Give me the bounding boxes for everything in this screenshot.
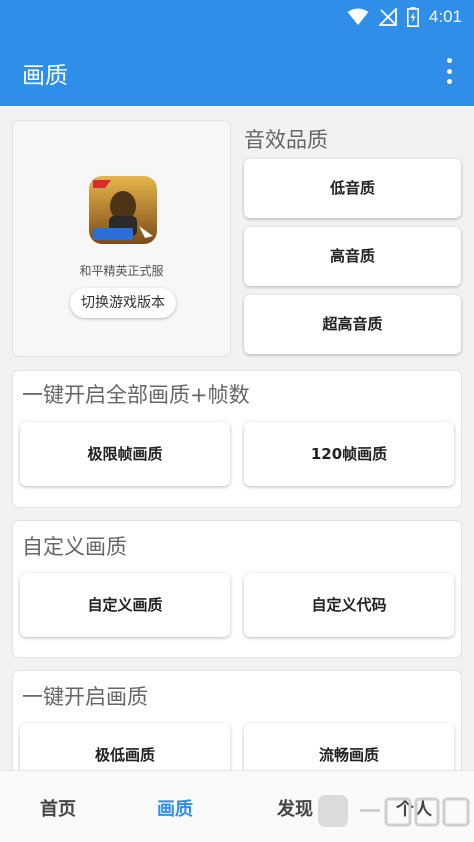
very-low-quality-button[interactable]: 极低画质 [20,723,230,770]
wifi-icon [347,8,369,25]
watermark-logo [318,795,470,827]
game-card: 和平精英正式服 切换游戏版本 [12,120,231,357]
custom-code-button[interactable]: 自定义代码 [244,573,454,637]
onekey-quality-title: 一键开启画质 [22,685,148,709]
onekey-all-title: 一键开启全部画质+帧数 [22,383,250,407]
tab-discover[interactable]: 发现 [277,795,313,821]
status-icons: 4:01 [347,6,462,28]
page-title: 画质 [22,63,68,89]
main-content[interactable]: 和平精英正式服 切换游戏版本 音效品质 低音质 高音质 超高音质 一键开启全部画… [0,106,474,770]
tab-home[interactable]: 首页 [40,795,76,821]
bottom-tab-bar: 首页 画质 发现 个人 [0,770,474,842]
tab-quality[interactable]: 画质 [157,795,193,821]
custom-quality-button[interactable]: 自定义画质 [20,573,230,637]
extreme-fps-button[interactable]: 极限帧画质 [20,422,230,486]
app-bar: 画质 [0,34,474,106]
status-bar: 4:01 [0,0,474,34]
status-time: 4:01 [428,7,462,26]
smooth-quality-button[interactable]: 流畅画质 [244,723,454,770]
game-app-icon [89,176,157,244]
custom-title: 自定义画质 [22,535,127,559]
more-menu-icon[interactable] [444,58,454,84]
game-name: 和平精英正式服 [79,264,164,278]
low-audio-button[interactable]: 低音质 [244,159,461,218]
switch-game-version-button[interactable]: 切换游戏版本 [70,288,176,318]
high-audio-button[interactable]: 高音质 [244,227,461,286]
battery-charging-icon [406,7,419,27]
fps120-button[interactable]: 120帧画质 [244,422,454,486]
no-signal-icon [378,8,397,26]
sound-quality-title: 音效品质 [244,128,328,152]
ultra-audio-button[interactable]: 超高音质 [244,295,461,354]
